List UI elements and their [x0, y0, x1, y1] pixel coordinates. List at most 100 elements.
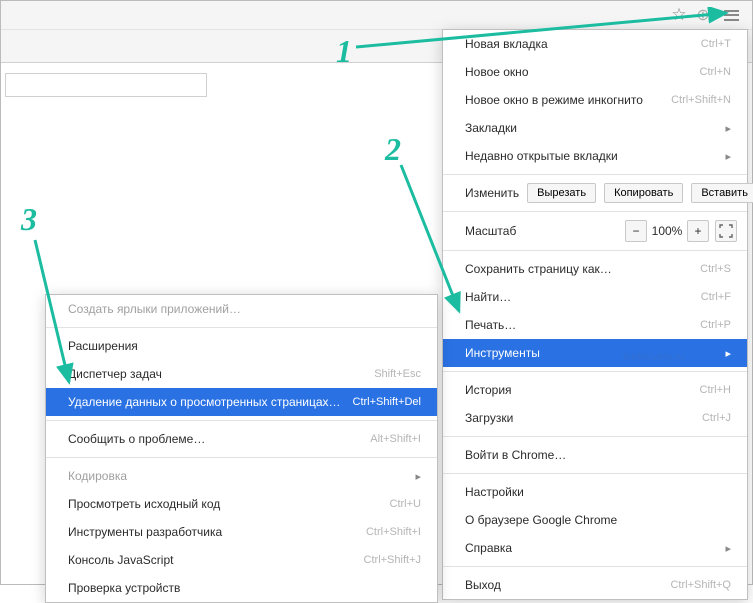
- menu-find[interactable]: Найти… Ctrl+F: [443, 283, 747, 311]
- menu-shortcut: Alt+Shift+I: [370, 433, 421, 445]
- menu-shortcut: Ctrl+Shift+J: [364, 554, 421, 566]
- menu-shortcut: Ctrl+Shift+I: [366, 526, 421, 538]
- menu-separator: [46, 420, 437, 421]
- menu-label: Инструменты разработчика: [68, 525, 222, 539]
- menu-separator: [46, 327, 437, 328]
- menu-shortcut: Shift+Esc: [374, 368, 421, 380]
- submenu-inspect-devices[interactable]: Проверка устройств: [46, 574, 437, 602]
- menu-label: Просмотреть исходный код: [68, 497, 220, 511]
- menu-signin[interactable]: Войти в Chrome…: [443, 441, 747, 469]
- menu-label: Инструменты: [465, 346, 540, 360]
- menu-separator: [443, 174, 747, 175]
- menu-label: Печать…: [465, 318, 516, 332]
- paste-button[interactable]: Вставить: [691, 183, 753, 203]
- star-icon[interactable]: ☆: [668, 4, 690, 26]
- menu-label: Новое окно: [465, 65, 529, 79]
- hamburger-menu-button[interactable]: [720, 4, 742, 26]
- menu-label: Диспетчер задач: [68, 367, 162, 381]
- menu-label: Загрузки: [465, 411, 513, 425]
- annotation-2: 2: [385, 131, 401, 168]
- menu-label: Расширения: [68, 339, 138, 353]
- cut-button[interactable]: Вырезать: [527, 183, 596, 203]
- menu-label: Кодировка: [68, 469, 127, 483]
- menu-label: Закладки: [465, 121, 517, 135]
- menu-label: Сохранить страницу как…: [465, 262, 612, 276]
- menu-label: Новая вкладка: [465, 37, 548, 51]
- menu-label: Найти…: [465, 290, 511, 304]
- page-input[interactable]: [5, 73, 207, 97]
- menu-zoom-row: Масштаб − 100% +: [443, 216, 747, 246]
- menu-label: Сообщить о проблеме…: [68, 432, 205, 446]
- submenu-dev-tools[interactable]: Инструменты разработчика Ctrl+Shift+I: [46, 518, 437, 546]
- menu-shortcut: Ctrl+U: [390, 498, 421, 510]
- menu-about[interactable]: О браузере Google Chrome: [443, 506, 747, 534]
- menu-edit-row: Изменить Вырезать Копировать Вставить: [443, 179, 747, 207]
- menu-shortcut: Ctrl+T: [701, 38, 731, 50]
- fullscreen-button[interactable]: [715, 220, 737, 242]
- main-menu: Новая вкладка Ctrl+T Новое окно Ctrl+N Н…: [442, 29, 748, 600]
- chevron-right-icon: ▸: [725, 542, 731, 555]
- menu-shortcut: Ctrl+H: [700, 384, 731, 396]
- menu-incognito[interactable]: Новое окно в режиме инкогнито Ctrl+Shift…: [443, 86, 747, 114]
- menu-separator: [46, 457, 437, 458]
- zoom-out-button[interactable]: −: [625, 220, 647, 242]
- menu-recent-tabs[interactable]: Недавно открытые вкладки ▸: [443, 142, 747, 170]
- menu-print[interactable]: Печать… Ctrl+P: [443, 311, 747, 339]
- submenu-task-manager[interactable]: Диспетчер задач Shift+Esc: [46, 360, 437, 388]
- submenu-clear-browsing-data[interactable]: Удаление данных о просмотренных страница…: [46, 388, 437, 416]
- submenu-extensions[interactable]: Расширения: [46, 332, 437, 360]
- menu-bookmarks[interactable]: Закладки ▸: [443, 114, 747, 142]
- menu-separator: [443, 436, 747, 437]
- menu-label: Выход: [465, 578, 501, 592]
- menu-shortcut: Ctrl+J: [702, 412, 731, 424]
- menu-separator: [443, 211, 747, 212]
- menu-label: История: [465, 383, 512, 397]
- submenu-encoding[interactable]: Кодировка ▸: [46, 462, 437, 490]
- menu-exit[interactable]: Выход Ctrl+Shift+Q: [443, 571, 747, 599]
- menu-shortcut: Ctrl+F: [701, 291, 731, 303]
- menu-shortcut: Ctrl+Shift+Q: [670, 579, 731, 591]
- plus-icon[interactable]: ⊕: [692, 4, 714, 26]
- menu-label: Справка: [465, 541, 512, 555]
- menu-help[interactable]: Справка ▸: [443, 534, 747, 562]
- menu-shortcut: Ctrl+Shift+Del: [353, 396, 421, 408]
- chevron-right-icon: ▸: [725, 122, 731, 135]
- menu-history[interactable]: История Ctrl+H: [443, 376, 747, 404]
- menu-label: Настройки: [465, 485, 524, 499]
- submenu-create-shortcuts[interactable]: Создать ярлыки приложений…: [46, 295, 437, 323]
- zoom-label: Масштаб: [465, 224, 516, 238]
- zoom-in-button[interactable]: +: [687, 220, 709, 242]
- menu-settings[interactable]: Настройки: [443, 478, 747, 506]
- zoom-value: 100%: [647, 224, 687, 238]
- menu-label: Проверка устройств: [68, 581, 180, 595]
- menu-shortcut: Ctrl+Shift+N: [671, 94, 731, 106]
- copy-button[interactable]: Копировать: [604, 183, 683, 203]
- menu-separator: [443, 473, 747, 474]
- menu-label: О браузере Google Chrome: [465, 513, 617, 527]
- annotation-3: 3: [21, 201, 37, 238]
- chevron-right-icon: ▸: [725, 150, 731, 163]
- submenu-report-issue[interactable]: Сообщить о проблеме… Alt+Shift+I: [46, 425, 437, 453]
- chevron-right-icon: ▸: [415, 470, 421, 483]
- menu-shortcut: Ctrl+N: [700, 66, 731, 78]
- menu-label: Удаление данных о просмотренных страница…: [68, 395, 341, 409]
- menu-label: Консоль JavaScript: [68, 553, 173, 567]
- tools-submenu: Создать ярлыки приложений… Расширения Ди…: [45, 294, 438, 603]
- menu-label: Новое окно в режиме инкогнито: [465, 93, 643, 107]
- menu-label: Создать ярлыки приложений…: [68, 302, 241, 316]
- chevron-right-icon: ▸: [725, 347, 731, 360]
- menu-shortcut: Ctrl+P: [700, 319, 731, 331]
- submenu-view-source[interactable]: Просмотреть исходный код Ctrl+U: [46, 490, 437, 518]
- menu-separator: [443, 371, 747, 372]
- menu-new-window[interactable]: Новое окно Ctrl+N: [443, 58, 747, 86]
- submenu-js-console[interactable]: Консоль JavaScript Ctrl+Shift+J: [46, 546, 437, 574]
- menu-label: Войти в Chrome…: [465, 448, 566, 462]
- menu-save-as[interactable]: Сохранить страницу как… Ctrl+S: [443, 255, 747, 283]
- menu-tools[interactable]: Инструменты ▸: [443, 339, 747, 367]
- menu-downloads[interactable]: Загрузки Ctrl+J: [443, 404, 747, 432]
- menu-shortcut: Ctrl+S: [700, 263, 731, 275]
- menu-new-tab[interactable]: Новая вкладка Ctrl+T: [443, 30, 747, 58]
- edit-label: Изменить: [465, 186, 519, 200]
- menu-separator: [443, 566, 747, 567]
- menu-label: Недавно открытые вкладки: [465, 149, 618, 163]
